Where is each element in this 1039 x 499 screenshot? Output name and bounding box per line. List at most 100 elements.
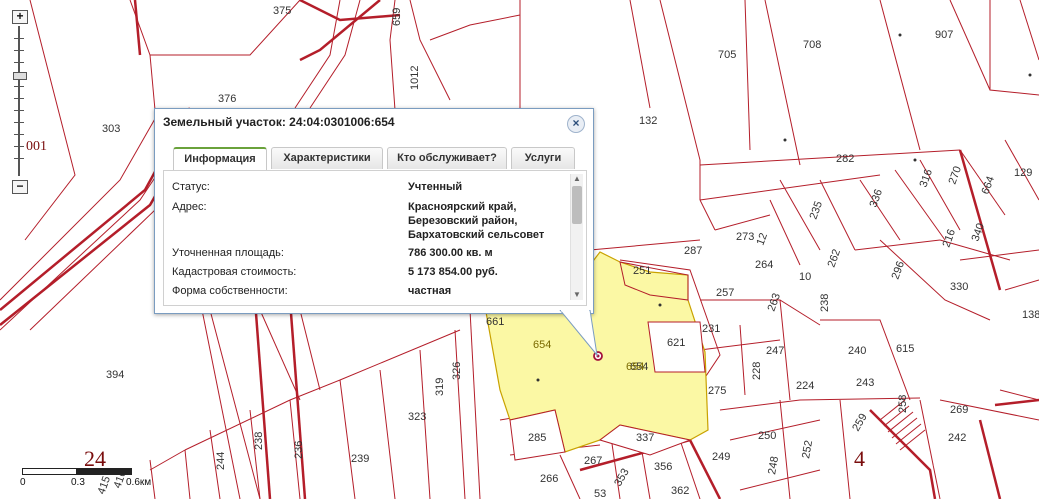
tab-characteristics[interactable]: Характеристики (271, 147, 383, 169)
zoom-control[interactable]: + − (12, 10, 28, 196)
zoom-tick (14, 110, 24, 111)
close-icon[interactable]: × (567, 115, 585, 133)
row-value-address-line-3: Бархатовский сельсовет (408, 229, 545, 241)
information-panel: Статус: Учтенный Адрес: Красноярский кра… (163, 170, 587, 306)
block-number-label: 001 (26, 139, 47, 154)
parcel-number-label: 251 (633, 265, 651, 277)
row-value-status: Учтенный (408, 181, 463, 193)
parcel-number-label: 242 (948, 432, 966, 444)
tab-information[interactable]: Информация (173, 147, 267, 171)
row-value-ownership: частная (408, 285, 452, 297)
parcel-number-label: 258 (897, 395, 909, 413)
parcel-number-label: 362 (671, 485, 689, 497)
row-label-status: Статус: (172, 181, 210, 193)
parcel-number-label: 129 (1014, 167, 1032, 179)
parcel-number-label: 266 (540, 473, 558, 485)
parcel-number-label: 394 (106, 369, 124, 381)
parcel-number-label: 257 (716, 287, 734, 299)
zoom-handle[interactable] (13, 72, 27, 80)
parcel-number-label: 238 (819, 294, 831, 312)
parcel-number-label: 132 (639, 115, 657, 127)
parcel-number-label: 247 (766, 345, 784, 357)
parcel-number-label: 239 (351, 453, 369, 465)
parcel-number-label: 319 (434, 378, 446, 396)
zoom-tick (14, 38, 24, 39)
zoom-track[interactable] (18, 26, 20, 176)
parcel-number-label: 236 (293, 441, 305, 459)
parcel-number-label: 53 (594, 488, 606, 499)
parcel-number-label: 269 (950, 404, 968, 416)
parcel-number-label: 10 (799, 271, 811, 283)
parcel-number-label: 330 (950, 281, 968, 293)
parcel-number-label: 244 (215, 452, 227, 470)
parcel-number-label: 285 (528, 432, 546, 444)
district-number-label: 4 (854, 446, 865, 471)
zoom-tick (14, 122, 24, 123)
parcel-number-label: 267 (584, 455, 602, 467)
tab-service-provider[interactable]: Кто обслуживает? (387, 147, 507, 169)
row-label-area: Уточненная площадь: (172, 247, 284, 259)
parcel-number-label: 705 (718, 49, 736, 61)
selected-parcel-label: 654 (533, 339, 551, 351)
scale-bar: 0 0.3 0.6км (20, 466, 160, 494)
zoom-tick (14, 134, 24, 135)
popup-title: Земельный участок: 24:04:0301006:654 (163, 115, 395, 129)
scale-segment (76, 468, 132, 475)
parcel-number-label: 615 (896, 343, 914, 355)
scroll-thumb[interactable] (572, 186, 582, 224)
parcel-number-label: 228 (751, 362, 763, 380)
parcel-number-label: 264 (755, 259, 773, 271)
parcel-number-label: 303 (102, 123, 120, 135)
zoom-in-button[interactable]: + (12, 10, 28, 24)
row-label-address: Адрес: (172, 201, 207, 213)
scroll-up-icon[interactable]: ▲ (571, 174, 583, 184)
parcel-number-label: 282 (836, 153, 854, 165)
parcel-info-popup[interactable]: Земельный участок: 24:04:0301006:654 × И… (154, 108, 594, 314)
zoom-out-button[interactable]: − (12, 180, 28, 194)
zoom-tick (14, 98, 24, 99)
row-value-area: 786 300.00 кв. м (408, 247, 493, 259)
parcel-number-label: 375 (273, 5, 291, 17)
parcel-number-label: 326 (451, 362, 463, 380)
panel-scrollbar[interactable]: ▲ ▼ (570, 174, 583, 300)
parcel-number-label: 224 (796, 380, 814, 392)
selected-parcel-label: 654 (626, 361, 644, 373)
scale-segment (22, 468, 78, 475)
parcel-number-label: 708 (803, 39, 821, 51)
parcel-number-label: 337 (636, 432, 654, 444)
avito-watermark: © Avito (932, 459, 982, 474)
row-value-address-line-1: Красноярский край, (408, 201, 517, 213)
zoom-tick (14, 146, 24, 147)
parcel-number-label: 661 (486, 316, 504, 328)
row-label-cadastral-value: Кадастровая стоимость: (172, 266, 297, 278)
parcel-number-label: 238 (253, 432, 265, 450)
parcel-number-label: 907 (935, 29, 953, 41)
parcel-number-label: 323 (408, 411, 426, 423)
row-label-ownership: Форма собственности: (172, 285, 288, 297)
parcel-number-label: 243 (856, 377, 874, 389)
zoom-tick (14, 62, 24, 63)
row-value-address-line-2: Березовский район, (408, 215, 518, 227)
parcel-number-label: 273 (736, 231, 754, 243)
parcel-number-label: 1012 (409, 66, 421, 90)
scale-label: 0.3 (71, 477, 85, 488)
scale-label: 0.6км (126, 477, 152, 488)
parcel-number-label: 240 (848, 345, 866, 357)
parcel-number-label: 250 (758, 430, 776, 442)
tab-services[interactable]: Услуги (511, 147, 575, 169)
scale-label: 0 (20, 477, 26, 488)
location-marker-dot (596, 354, 600, 358)
zoom-tick (14, 50, 24, 51)
zoom-tick (14, 158, 24, 159)
row-value-cadastral-value: 5 173 854.00 руб. (408, 266, 498, 278)
zoom-tick (14, 86, 24, 87)
parcel-number-label: 621 (667, 337, 685, 349)
parcel-number-label: 249 (712, 451, 730, 463)
parcel-number-label: 376 (218, 93, 236, 105)
scroll-down-icon[interactable]: ▼ (571, 290, 583, 300)
parcel-number-label: 659 (391, 8, 403, 26)
parcel-number-label: 287 (684, 245, 702, 257)
parcel-number-label: 275 (708, 385, 726, 397)
parcel-number-label: 231 (702, 323, 720, 335)
parcel-number-label: 138 (1022, 309, 1039, 321)
